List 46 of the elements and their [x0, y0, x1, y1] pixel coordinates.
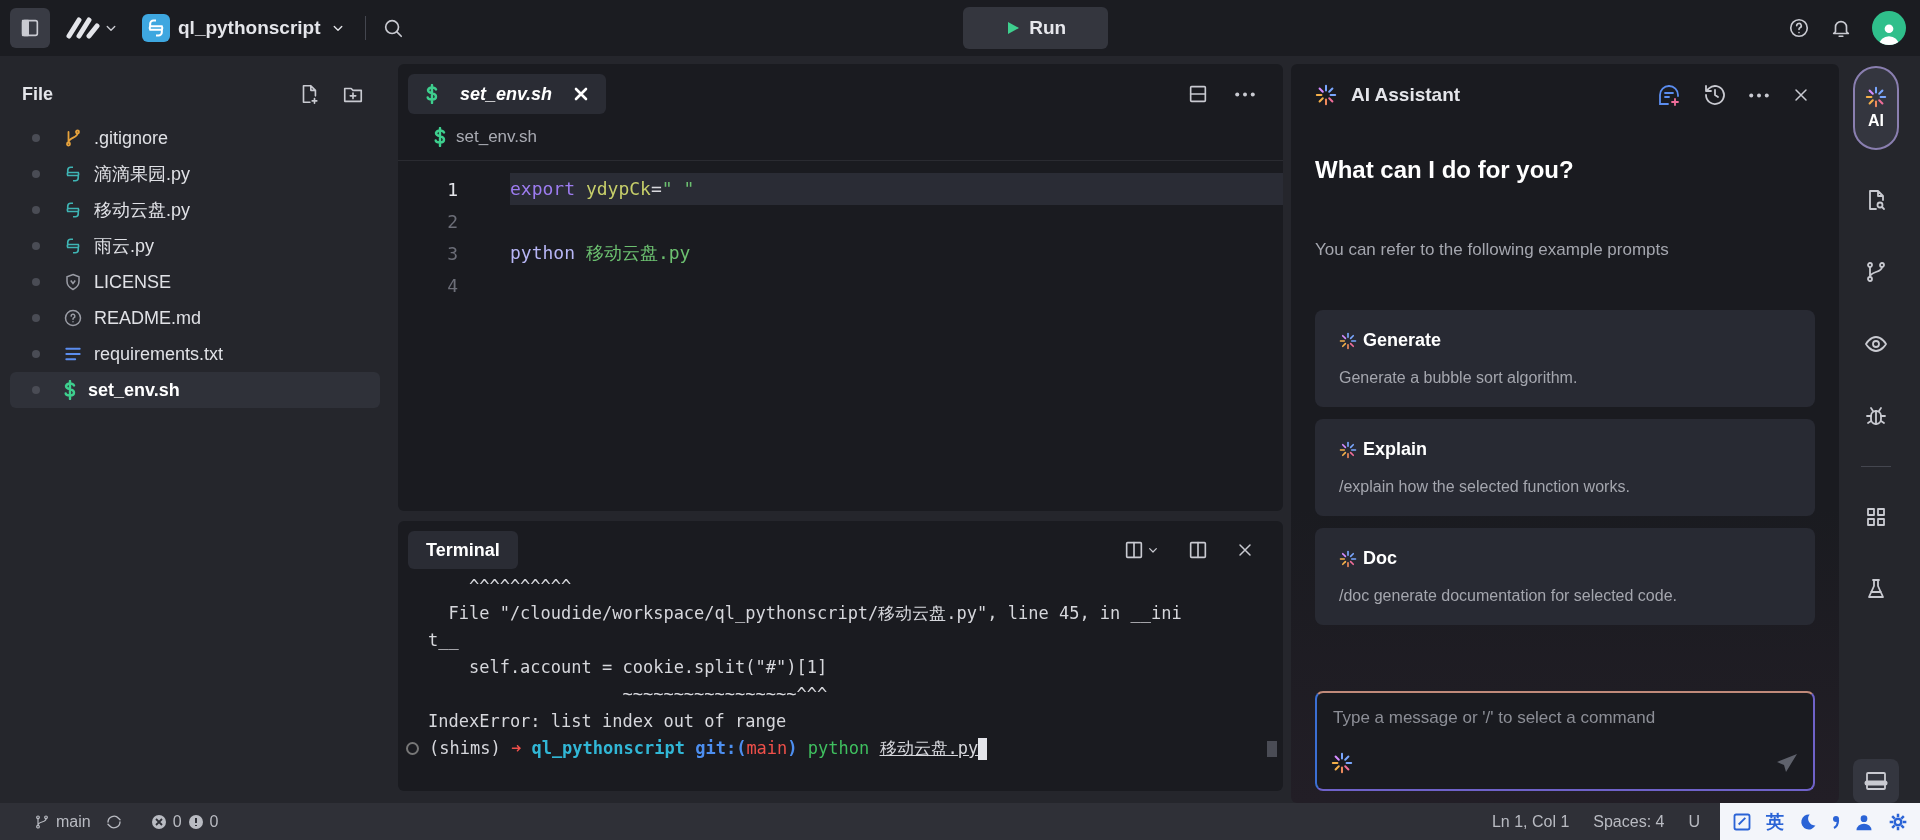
message-field[interactable]: Type a message or '/' to select a command: [1331, 707, 1803, 729]
terminal-line: self.account = cookie.split("#")[1]: [467, 656, 829, 679]
breadcrumb[interactable]: set_env.sh: [456, 127, 537, 147]
line-number: 3: [446, 242, 459, 264]
file-item[interactable]: requirements.txt: [10, 336, 380, 372]
problems-status[interactable]: 0 0: [150, 812, 219, 831]
line-number: 4: [446, 274, 459, 296]
prompt-title: Doc: [1363, 548, 1397, 569]
encoding-status[interactable]: U: [1688, 812, 1700, 831]
run-button[interactable]: Run: [963, 7, 1109, 49]
prompt-description: /explain how the selected function works.: [1339, 478, 1631, 496]
terminal-tab[interactable]: Terminal: [408, 531, 518, 569]
line-number: 2: [446, 210, 459, 232]
branch-status[interactable]: main: [34, 812, 91, 831]
panel-title: AI Assistant: [1351, 84, 1461, 106]
hint-text: You can refer to the following example prompts: [1315, 240, 1670, 260]
file-item[interactable]: README.md: [10, 300, 380, 336]
terminal-line: IndexError: list index out of range: [428, 710, 788, 733]
terminal-line: t__: [428, 629, 460, 652]
file-item[interactable]: .gitignore: [10, 120, 380, 156]
prompt-card[interactable]: Explain /explain how the selected function works.: [1315, 419, 1815, 516]
file-item[interactable]: 移动云盘.py: [10, 192, 380, 228]
file-item[interactable]: 滴滴果园.py: [10, 156, 380, 192]
prompt-description: Generate a bubble sort algorithm.: [1339, 369, 1579, 387]
indentation-status[interactable]: Spaces: 4: [1593, 812, 1665, 831]
prompt-card[interactable]: Generate Generate a bubble sort algorithm.: [1315, 310, 1815, 407]
editor-tab[interactable]: set_env.sh: [408, 74, 607, 114]
file-item[interactable]: set_env.sh: [10, 372, 380, 408]
project-selector[interactable]: ql_pythonscript: [136, 13, 353, 43]
terminal-prompt: (shims) ➜ ql_pythonscript git:(main) python 移动云盘.py: [429, 735, 988, 762]
terminal-line: ^^^^^^^^^^: [467, 575, 573, 598]
language-toggle[interactable]: 英: [1766, 809, 1784, 834]
code-line: python 移动云盘.py: [510, 241, 692, 265]
line-number: 1: [446, 178, 459, 200]
terminal-line: File "/cloudide/workspace/ql_pythonscript/移动云盘.py", line 45, in __ini: [447, 602, 1183, 625]
sidebar-title: File: [22, 83, 53, 105]
prompt-title: Explain: [1363, 439, 1428, 460]
prompt-title: Generate: [1363, 330, 1442, 351]
greeting-heading: What can I do for you?: [1315, 156, 1575, 184]
cursor-position[interactable]: Ln 1, Col 1: [1491, 812, 1570, 831]
file-item[interactable]: LICENSE: [10, 264, 380, 300]
file-item[interactable]: 雨云.py: [10, 228, 380, 264]
prompt-card[interactable]: Doc /doc generate documentation for selected code.: [1315, 528, 1815, 625]
prompt-description: /doc generate documentation for selected code.: [1339, 587, 1678, 605]
ai-button[interactable]: AI: [1853, 66, 1899, 150]
terminal-line: ~~~~~~~~~~~~~~~~~^^^: [621, 683, 829, 706]
